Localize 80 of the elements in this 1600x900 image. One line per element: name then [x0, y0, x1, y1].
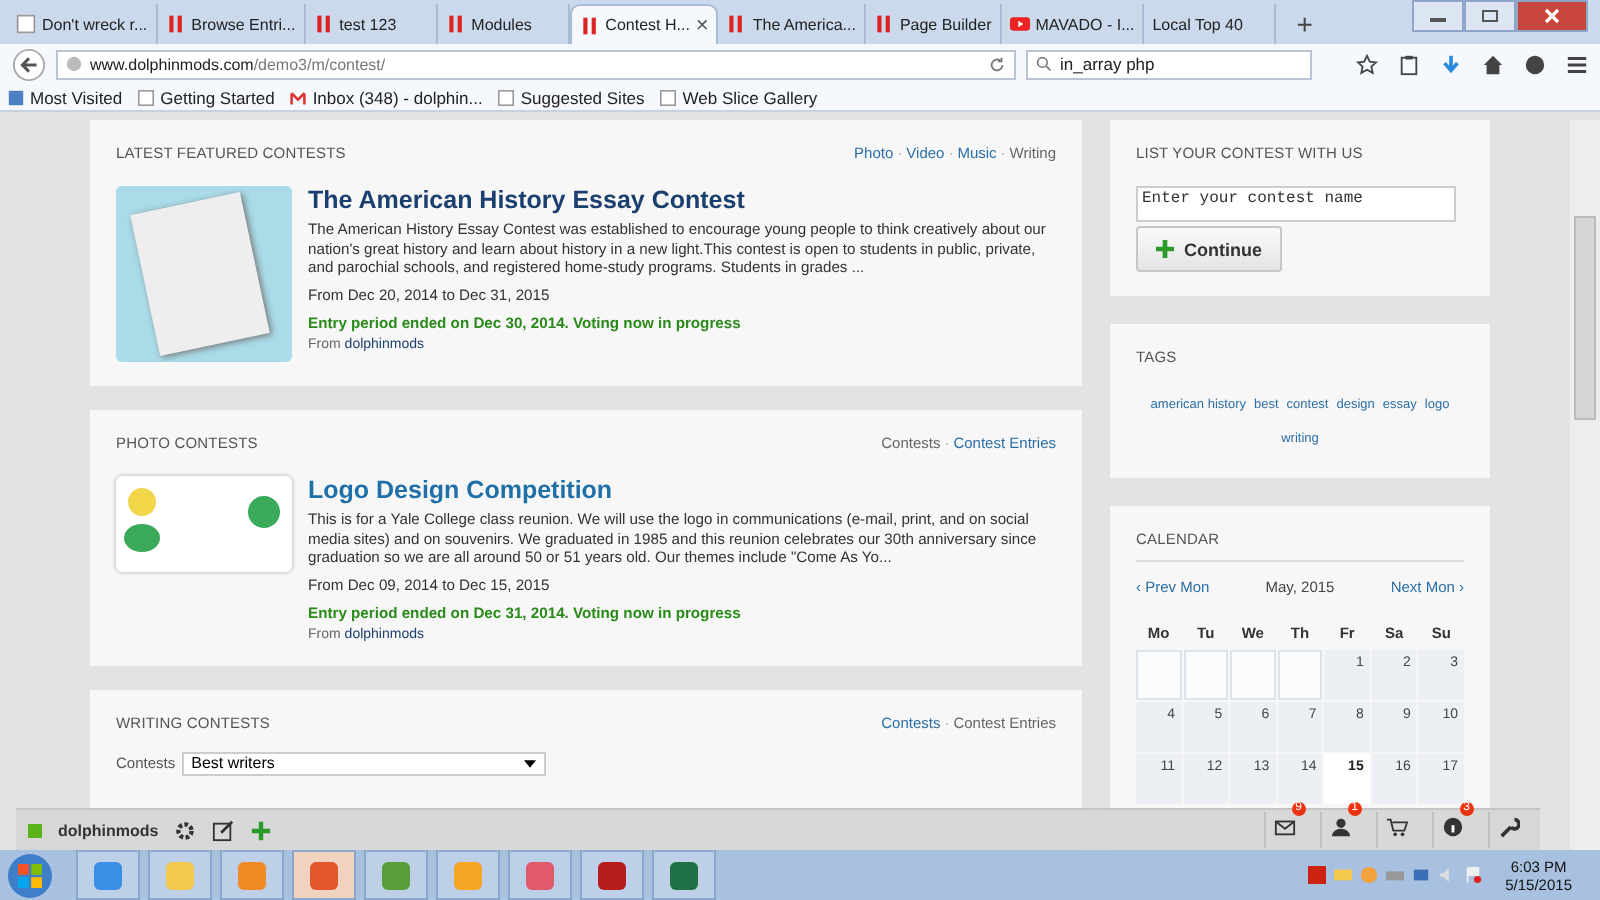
back-button[interactable]	[12, 47, 46, 81]
new-tab-button[interactable]: +	[1296, 8, 1313, 40]
app-icon	[92, 859, 124, 891]
taskbar-app-button[interactable]	[292, 850, 356, 900]
bars-icon	[873, 14, 894, 34]
tab-title: Modules	[471, 15, 534, 33]
address-bar[interactable]: www.dolphinmods.com/demo3/m/contest/	[56, 49, 1016, 79]
page-icon	[16, 14, 36, 34]
person-icon[interactable]	[1330, 816, 1352, 838]
bookmark-link[interactable]: Getting Started	[138, 87, 275, 107]
close-icon	[1542, 8, 1562, 24]
app-icon	[668, 859, 700, 891]
bars-icon	[165, 14, 186, 34]
four-squares-icon	[18, 863, 42, 887]
bars-icon	[579, 15, 600, 35]
url-text: www.dolphinmods.com/demo3/m/contest/	[90, 55, 388, 73]
mail-icon	[290, 89, 307, 105]
contest-title-link[interactable]: Logo Design Competition	[308, 476, 1056, 504]
app-icon	[596, 859, 628, 891]
edit-icon[interactable]	[212, 819, 235, 841]
contest-title-link[interactable]: The American History Essay Contest	[308, 186, 1056, 214]
reload-icon[interactable]	[988, 55, 1006, 73]
bookmark-link[interactable]: Suggested Sites	[498, 87, 645, 107]
contest-name-field[interactable]: Enter your contest name	[1136, 186, 1456, 222]
bookmark-link[interactable]: Web Slice Gallery	[660, 87, 818, 107]
tab-title: test 123	[339, 15, 399, 33]
clipboard-icon[interactable]	[1398, 53, 1420, 75]
bars-icon	[445, 14, 466, 34]
app-icon	[236, 859, 268, 891]
minimize-button[interactable]	[1412, 0, 1464, 32]
tab-title: Local Top 40	[1152, 15, 1245, 33]
taskbar-app-button[interactable]	[652, 850, 716, 900]
browser-tab[interactable]: Contest H... ×	[569, 4, 719, 44]
tab-title: Don't wreck r...	[42, 15, 148, 33]
taskbar-app-button[interactable]	[76, 850, 140, 900]
close-button[interactable]	[1516, 0, 1588, 32]
home-icon[interactable]	[1482, 53, 1504, 75]
folder-icon	[8, 89, 24, 105]
app-icon	[308, 859, 340, 891]
continue-button[interactable]: Continue	[1136, 226, 1282, 272]
cart-icon[interactable]	[1386, 816, 1408, 838]
flag-icon[interactable]	[1463, 866, 1482, 884]
plus-icon	[1156, 240, 1174, 258]
info-icon[interactable]	[1442, 816, 1464, 838]
tab-title: Browse Entri...	[191, 15, 296, 33]
close-tab-button[interactable]: ×	[695, 13, 709, 37]
bookmark-link[interactable]: Inbox (348) - dolphin...	[290, 87, 483, 107]
tab-title: Contest H...	[605, 16, 690, 34]
app-icon	[524, 859, 556, 891]
taskbar-app-button[interactable]	[580, 850, 644, 900]
maximize-button[interactable]	[1464, 0, 1516, 32]
plus-icon[interactable]	[250, 819, 273, 841]
bars-icon	[313, 14, 334, 34]
gear-icon[interactable]	[174, 819, 197, 841]
video-icon	[1009, 14, 1030, 34]
search-icon	[1036, 56, 1052, 72]
caret-icon	[523, 759, 536, 767]
app-icon	[164, 859, 196, 891]
page-icon	[498, 89, 515, 105]
menu-icon[interactable]	[1566, 53, 1588, 75]
maximize-icon	[1480, 8, 1500, 24]
download-icon[interactable]	[1440, 53, 1462, 75]
contest-select[interactable]: Best writers	[181, 751, 546, 775]
tab-title: Page Builder	[899, 15, 992, 33]
star-icon[interactable]	[1356, 53, 1378, 75]
bookmark-link[interactable]: Most Visited	[8, 87, 123, 107]
bars-icon	[726, 14, 747, 34]
page-icon	[138, 89, 155, 105]
wrench-icon[interactable]	[1498, 816, 1520, 838]
app-icon	[452, 859, 484, 891]
tab-title: MAVADO - I...	[1035, 15, 1135, 33]
scrollbar[interactable]	[1570, 120, 1600, 850]
search-field[interactable]: in_array php	[1026, 49, 1312, 79]
page-icon	[660, 89, 677, 105]
user-name[interactable]: dolphinmods	[58, 821, 159, 839]
app-icon	[380, 859, 412, 891]
status-square-icon	[28, 823, 42, 837]
taskbar-app-button[interactable]	[508, 850, 572, 900]
start-button[interactable]	[8, 853, 52, 897]
tab-title: The America...	[752, 15, 856, 33]
